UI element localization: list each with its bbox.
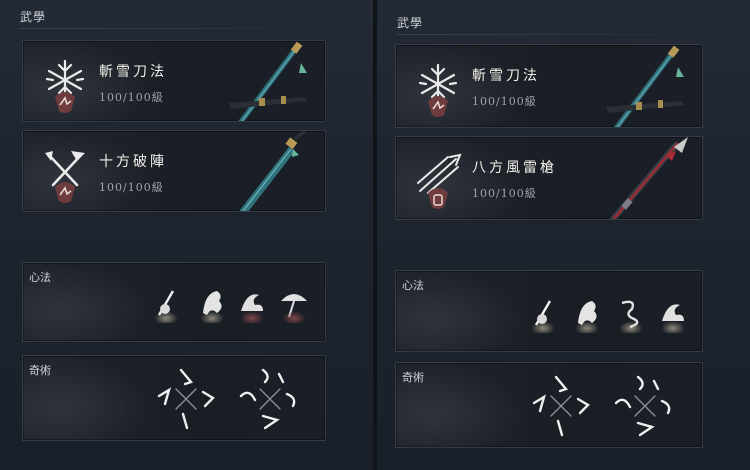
mystic-arts-card: 奇術	[22, 355, 326, 441]
heart-method-card: 心法	[395, 270, 703, 352]
mystic-art-diamond-icon[interactable]	[526, 369, 596, 439]
skill-level: 100/100級	[99, 181, 164, 194]
skill-name: 十方破陣	[99, 154, 167, 170]
panel-title: 武學	[20, 10, 47, 24]
teal-blade-icon	[239, 131, 307, 211]
skill-card[interactable]: 斬雪刀法 100/100級	[22, 40, 326, 122]
swordsman-ink-icon[interactable]	[151, 285, 181, 327]
panel-title: 武學	[397, 16, 424, 30]
martial-arts-panel-left: 武學 斬雪刀法 100/100級 十方破陣 100/100級 心法 奇術	[0, 0, 373, 470]
umbrella-ink-icon[interactable]	[279, 285, 309, 327]
skill-name: 八方風雷槍	[472, 160, 557, 176]
title-divider	[397, 34, 727, 35]
mystic-arts-card: 奇術	[395, 362, 703, 448]
skill-card[interactable]: 斬雪刀法 100/100級	[395, 44, 703, 128]
mystic-art-diamond-icon[interactable]	[610, 369, 680, 439]
dragon-ink-icon[interactable]	[616, 295, 646, 337]
title-divider	[20, 28, 350, 29]
skill-level: 100/100級	[472, 187, 537, 200]
wave-ink-icon[interactable]	[237, 285, 267, 327]
snowflake-blade-emblem-icon	[45, 59, 85, 113]
heart-method-label: 心法	[29, 271, 51, 284]
swordsman-ink-icon[interactable]	[528, 295, 558, 337]
skill-level: 100/100級	[472, 95, 537, 108]
skill-level: 100/100級	[99, 91, 164, 104]
heart-method-label: 心法	[402, 279, 424, 292]
teal-sheathed-dao-icon	[606, 45, 684, 127]
skill-card[interactable]: 十方破陣 100/100級	[22, 130, 326, 212]
snowflake-blade-emblem-icon	[418, 63, 458, 117]
skill-name: 斬雪刀法	[99, 64, 167, 80]
heart-method-card: 心法	[22, 262, 326, 342]
skill-name: 斬雪刀法	[472, 68, 540, 84]
horse-ink-icon[interactable]	[197, 285, 227, 327]
wave-ink-icon[interactable]	[658, 295, 688, 337]
spear-burst-emblem-icon	[417, 153, 462, 209]
mystic-arts-label: 奇術	[29, 364, 51, 377]
martial-arts-panel-right: 武學 斬雪刀法 100/100級 八方風雷槍 100/100級 心法 奇術	[377, 0, 750, 470]
teal-sheathed-dao-icon	[229, 41, 307, 121]
crossed-blades-emblem-icon	[45, 151, 85, 203]
crimson-spear-icon	[609, 137, 688, 219]
horse-ink-icon[interactable]	[572, 295, 602, 337]
mystic-arts-label: 奇術	[402, 371, 424, 384]
mystic-art-diamond-icon[interactable]	[235, 362, 305, 432]
skill-card[interactable]: 八方風雷槍 100/100級	[395, 136, 703, 220]
mystic-art-diamond-icon[interactable]	[151, 362, 221, 432]
